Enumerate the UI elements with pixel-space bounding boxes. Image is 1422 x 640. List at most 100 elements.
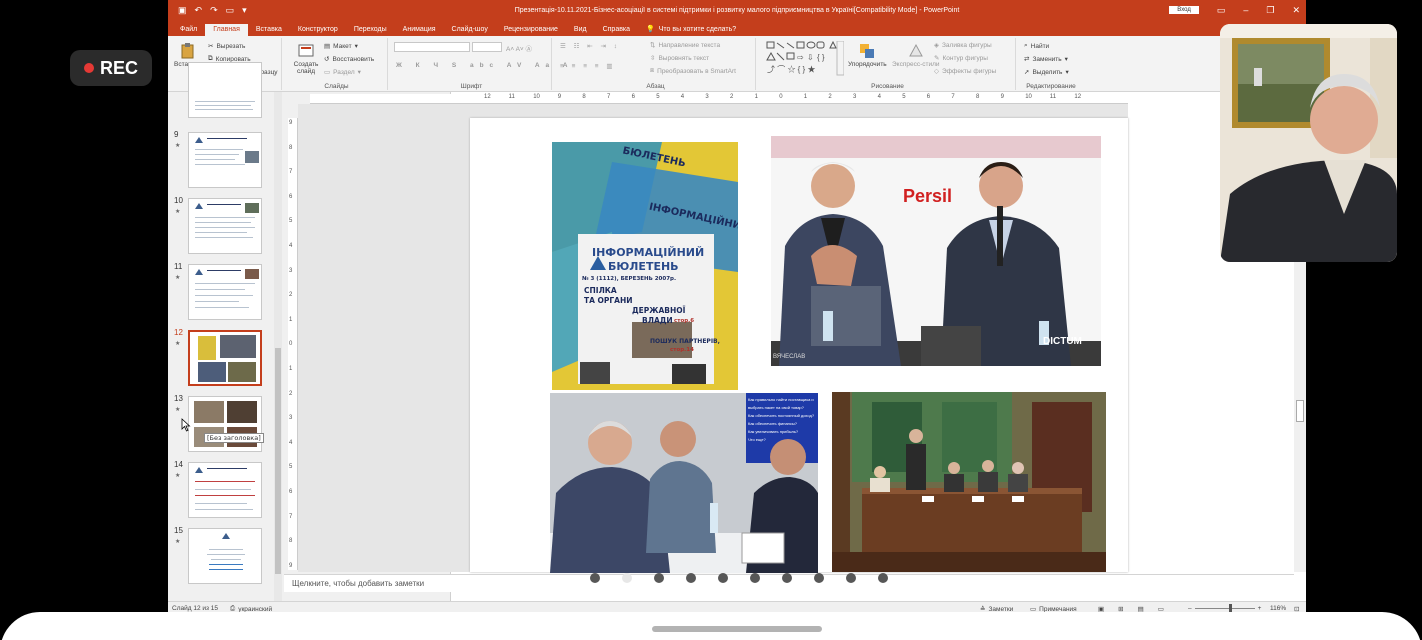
round-table-photo[interactable]: Как правильно найти поставщика и выбрать… bbox=[550, 393, 818, 573]
replace-button[interactable]: ⇄ Заменить ▾ bbox=[1024, 55, 1068, 64]
slide-dot[interactable] bbox=[686, 573, 696, 583]
bulletin-headline-4: ВЛАДИ bbox=[642, 316, 673, 325]
ruler-mark: 7 bbox=[951, 94, 955, 100]
arrange-button[interactable]: Упорядочить bbox=[848, 42, 887, 68]
select-button[interactable]: ➚ Выделить ▾ bbox=[1024, 68, 1069, 77]
slide-dot[interactable] bbox=[846, 573, 856, 583]
thumbnail-slide-10[interactable] bbox=[188, 198, 262, 254]
cursor-icon: ➚ bbox=[1024, 69, 1030, 76]
list-buttons[interactable]: ☰ ☷ ⇤ ⇥ ↕ bbox=[560, 42, 620, 50]
ruler-mark: 10 bbox=[533, 94, 540, 100]
slide-dot[interactable] bbox=[654, 573, 664, 583]
zoom-level[interactable]: 116% bbox=[1270, 605, 1286, 612]
slide-dot[interactable] bbox=[622, 573, 632, 583]
new-slide-label: Создать слайд bbox=[293, 61, 319, 75]
tab-transitions[interactable]: Переходы bbox=[346, 24, 395, 36]
tab-animations[interactable]: Анимация bbox=[395, 24, 444, 36]
smartart-button[interactable]: ⧈ Преобразовать в SmartArt bbox=[650, 67, 736, 75]
align-text-button[interactable]: ⇳ Выровнять текст bbox=[650, 54, 709, 63]
slide-dot[interactable] bbox=[590, 573, 600, 583]
select-label: Выделить bbox=[1032, 68, 1063, 76]
quick-styles-icon bbox=[908, 43, 923, 57]
bulletin-partners: ПОШУК ПАРТНЕРІВ, bbox=[650, 338, 720, 345]
animation-star-icon: ★ bbox=[175, 208, 181, 215]
ruler-mark: 11 bbox=[508, 94, 515, 100]
slide-dot[interactable] bbox=[814, 573, 824, 583]
slide-dot[interactable] bbox=[878, 573, 888, 583]
shape-effects-button[interactable]: ◇ Эффекты фигуры bbox=[934, 67, 996, 76]
font-size-controls[interactable]: A˄ A˅ Ⓐ bbox=[506, 43, 532, 53]
thumbnails-scrollbar[interactable] bbox=[274, 92, 282, 601]
tab-slideshow[interactable]: Слайд-шоу bbox=[444, 24, 496, 36]
shape-fill-button[interactable]: ◈ Заливка фигуры bbox=[934, 41, 992, 50]
tab-view[interactable]: Вид bbox=[566, 24, 595, 36]
mouse-cursor-icon bbox=[181, 418, 191, 432]
thumbnails-scroll-thumb[interactable] bbox=[275, 348, 281, 574]
tab-home[interactable]: Главная bbox=[205, 24, 248, 36]
slide-counter: Слайд 12 из 15 bbox=[172, 605, 219, 612]
cut-button[interactable]: ✂ Вырезать bbox=[208, 42, 245, 51]
new-slide-button[interactable]: Создать слайд bbox=[292, 42, 320, 75]
thumbnail-slide-12[interactable] bbox=[188, 330, 262, 386]
window-title: Презентація-10.11.2021-Бізнес-асоціації … bbox=[514, 6, 960, 14]
zoom-in-icon[interactable]: + bbox=[1258, 605, 1262, 612]
restore-icon[interactable]: ❐ bbox=[1266, 5, 1274, 16]
ruler-mark: 9 bbox=[1000, 94, 1004, 100]
thumbnail-number: 14 bbox=[174, 460, 183, 469]
tab-insert[interactable]: Вставка bbox=[248, 24, 290, 36]
bulletin-page-ref: стор.6 bbox=[674, 318, 695, 324]
thumbnail-slide-14[interactable] bbox=[188, 462, 262, 518]
thumbnail-slide-8[interactable] bbox=[188, 62, 262, 118]
shapes-gallery-icon[interactable]: ⇨ ⇩{ } ⤴ ⌒ ☆ { } ★ bbox=[766, 41, 844, 77]
screen-line-5: Что еще? bbox=[748, 437, 766, 442]
align-buttons[interactable]: ≡ ≡ ≡ ≡ ▥ bbox=[560, 62, 616, 70]
tab-help[interactable]: Справка bbox=[595, 24, 638, 36]
tell-me-search[interactable]: 💡 Что вы хотите сделать? bbox=[638, 23, 744, 36]
shape-outline-button[interactable]: ✎ Контур фигуры bbox=[934, 54, 988, 63]
font-name-combo[interactable] bbox=[394, 42, 470, 52]
text-direction-button[interactable]: ⇅ Направление текста bbox=[650, 41, 720, 50]
assembly-hall-photo[interactable] bbox=[832, 392, 1106, 572]
ruler-mark: 3 bbox=[705, 94, 709, 100]
thumbnail-slide-13[interactable] bbox=[188, 396, 262, 452]
bulletin-collage-photo[interactable]: БЮЛЕТЕНЬ ІНФОРМАЦІЙНИЙ ІНФОРМАЦІЙНИЙ БЮЛ… bbox=[552, 142, 738, 390]
tab-file[interactable]: Файл bbox=[172, 24, 205, 36]
ruler-mark: 6 bbox=[926, 94, 931, 100]
ruler-mark: 2 bbox=[289, 292, 293, 299]
reset-button[interactable]: ↺ Восстановить bbox=[324, 55, 374, 64]
sign-in-button[interactable]: Вход bbox=[1169, 6, 1199, 14]
quick-styles-button[interactable]: Экспресс-стили bbox=[892, 42, 940, 68]
press-conference-photo[interactable]: Persil DICTUM ВЯЧЕСЛАВ bbox=[771, 136, 1101, 366]
thumbnail-slide-15[interactable] bbox=[188, 528, 262, 584]
ruler-mark: 2 bbox=[730, 94, 734, 100]
thumbnail-slide-9[interactable] bbox=[188, 132, 262, 188]
ruler-mark: 4 bbox=[877, 94, 881, 100]
ribbon-display-icon[interactable]: ▭ bbox=[1217, 5, 1226, 16]
bulletin-subtitle: БЮЛЕТЕНЬ bbox=[608, 260, 679, 273]
slide-dot[interactable] bbox=[782, 573, 792, 583]
thumbnail-slide-11[interactable] bbox=[188, 264, 262, 320]
tab-design[interactable]: Конструктор bbox=[290, 24, 346, 36]
tab-review[interactable]: Рецензирование bbox=[496, 24, 566, 36]
layout-button[interactable]: ▤ Макет ▾ bbox=[324, 42, 358, 51]
font-format-buttons[interactable]: Ж К Ч S abc AV Aa A bbox=[396, 62, 573, 69]
ruler-mark: 1 bbox=[289, 366, 293, 372]
title-bar: ▣ ↶ ↷ ▭ ▾ Презентація-10.11.2021-Бізнес-… bbox=[168, 0, 1306, 20]
section-button[interactable]: ▭ Раздел ▾ bbox=[324, 68, 361, 77]
ruler-mark: 3 bbox=[289, 415, 293, 422]
home-indicator[interactable] bbox=[652, 626, 822, 632]
slide-dot[interactable] bbox=[718, 573, 728, 583]
font-size-combo[interactable] bbox=[472, 42, 502, 52]
record-dot-icon bbox=[83, 63, 94, 73]
animation-star-icon: ★ bbox=[175, 538, 181, 545]
scissors-icon: ✂ bbox=[208, 43, 214, 50]
close-icon[interactable]: ✕ bbox=[1292, 5, 1300, 16]
slide-dot[interactable] bbox=[750, 573, 760, 583]
thumbnail-number: 15 bbox=[174, 526, 183, 535]
zoom-out-icon[interactable]: – bbox=[1188, 605, 1192, 612]
zoom-slider[interactable]: – + bbox=[1188, 604, 1262, 613]
webcam-video[interactable] bbox=[1220, 24, 1397, 262]
find-button[interactable]: ⌕ Найти bbox=[1024, 42, 1049, 50]
editor-scroll-thumb[interactable] bbox=[1296, 400, 1304, 422]
minimize-icon[interactable]: – bbox=[1243, 5, 1248, 15]
